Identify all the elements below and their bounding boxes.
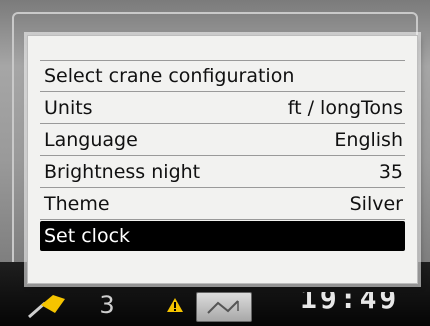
menu-item-crane-configuration[interactable]: Select crane configuration (40, 60, 405, 92)
menu-item-label: Brightness night (44, 160, 201, 183)
menu-item-theme[interactable]: Theme Silver (40, 188, 405, 220)
menu-item-label: Language (44, 128, 138, 151)
menu-item-set-clock[interactable]: Set clock (40, 221, 405, 251)
clock-display: 19:49 (300, 292, 400, 315)
menu-item-brightness-night[interactable]: Brightness night 35 (40, 156, 405, 188)
menu-item-label: Units (44, 96, 93, 119)
menu-item-units[interactable]: Units ft / longTons (40, 92, 405, 124)
menu-item-label: Select crane configuration (44, 65, 295, 87)
menu-item-value: English (334, 128, 403, 151)
menu-item-label: Theme (44, 192, 110, 215)
tag-icon[interactable] (20, 290, 80, 320)
menu-item-value: ft / longTons (287, 96, 403, 119)
menu-item-value: Silver (349, 192, 403, 215)
counter-value: 3 (99, 291, 115, 319)
crane-icon[interactable] (196, 292, 252, 322)
warning-icon[interactable] (160, 290, 190, 320)
settings-dialog: Select crane configuration Units ft / lo… (27, 35, 418, 284)
menu-item-label: Set clock (44, 225, 131, 247)
settings-menu: Select crane configuration Units ft / lo… (40, 60, 405, 251)
menu-item-language[interactable]: Language English (40, 124, 405, 156)
menu-item-value: 35 (378, 160, 403, 183)
